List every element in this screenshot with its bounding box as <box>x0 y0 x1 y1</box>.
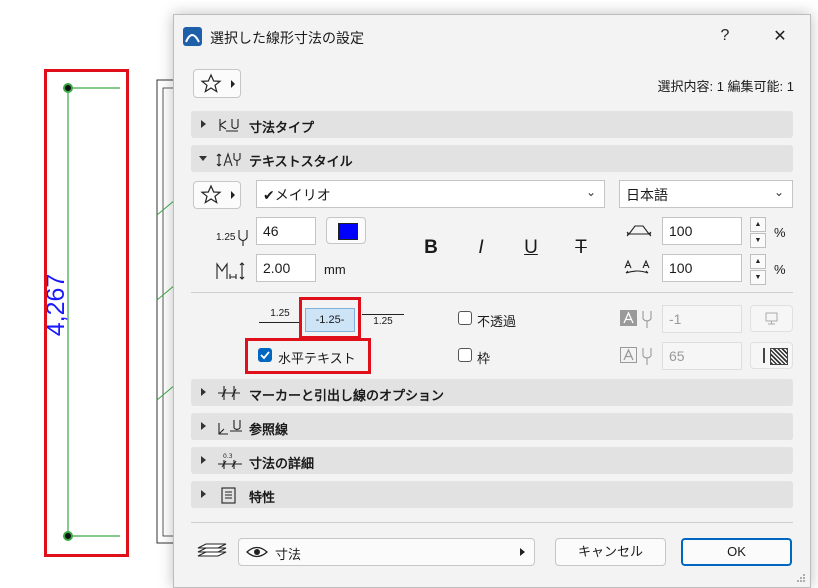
language-select-value: 日本語 <box>626 187 668 203</box>
layer-select[interactable]: 寸法 <box>238 538 535 566</box>
section-marker-options[interactable]: マーカーと引出し線のオプション <box>191 379 793 406</box>
layer-select-value: 寸法 <box>275 547 302 562</box>
width-percent: % <box>774 225 786 240</box>
cancel-button[interactable]: キャンセル <box>555 538 666 566</box>
section-label: テキストスタイル <box>249 154 353 169</box>
section-label: 寸法の詳細 <box>249 456 315 471</box>
language-select[interactable]: 日本語 ⌄ <box>619 180 793 208</box>
stepper-up[interactable]: ▲ <box>750 217 766 232</box>
section-reference-line[interactable]: 参照線 <box>191 413 793 440</box>
text-spacing-icon <box>214 261 252 281</box>
inline-option-highlight <box>299 297 361 339</box>
background-pen-icon <box>619 309 657 329</box>
expand-arrow-icon <box>201 490 206 498</box>
text-color-button[interactable] <box>326 217 366 244</box>
dimension-settings-dialog: 選択した線形寸法の設定 ? ✕ 選択内容: 1 編集可能: 1 寸法タイプ テキ… <box>173 14 811 588</box>
properties-icon <box>221 487 236 504</box>
background-pen-input: -1 <box>662 305 742 333</box>
frame-label: 枠 <box>477 351 491 366</box>
text-width-icon <box>625 221 653 241</box>
text-above-line-option[interactable]: 1.25 <box>259 308 301 328</box>
svg-text:0.3: 0.3 <box>223 453 233 460</box>
slant-percent: % <box>774 262 786 277</box>
archicad-app-icon <box>183 27 202 46</box>
star-icon <box>200 184 235 204</box>
background-pen-button <box>750 305 793 332</box>
stepper-down[interactable]: ▼ <box>750 233 766 248</box>
eye-icon <box>246 546 268 558</box>
section-label: 特性 <box>249 490 276 505</box>
text-width-input[interactable]: 100 <box>662 217 742 245</box>
dimension-detail-icon: 0.3 <box>218 453 242 469</box>
reference-line-icon <box>218 420 242 435</box>
spacing-unit: mm <box>324 262 346 277</box>
dimension-type-icon <box>219 119 239 132</box>
text-below-line-option[interactable]: 1.25 <box>362 312 404 332</box>
title-bar: 選択した線形寸法の設定 ? ✕ <box>174 15 810 57</box>
frame-pen-input: 65 <box>662 342 742 370</box>
expand-arrow-icon <box>201 388 206 396</box>
text-spacing-input[interactable]: 2.00 <box>256 254 316 282</box>
frame-checkbox[interactable] <box>458 348 472 362</box>
expand-arrow-icon <box>201 456 206 464</box>
chevron-right-icon <box>520 548 525 556</box>
chevron-down-icon: ⌄ <box>773 185 784 199</box>
chevron-down-icon: ⌄ <box>585 185 596 199</box>
frame-pen-icon <box>619 346 657 366</box>
section-properties[interactable]: 特性 <box>191 481 793 508</box>
stepper-up[interactable]: ▲ <box>750 254 766 269</box>
monitor-icon <box>765 312 778 325</box>
section-dimension-detail[interactable]: 0.3 寸法の詳細 <box>191 447 793 474</box>
opaque-checkbox[interactable] <box>458 311 472 325</box>
text-color-swatch <box>338 223 358 240</box>
marker-icon <box>218 386 240 400</box>
opaque-label: 不透過 <box>477 314 517 329</box>
fill-pattern-icon <box>770 348 788 365</box>
bold-button[interactable]: B <box>420 237 442 259</box>
divider <box>191 522 793 523</box>
text-slant-stepper[interactable]: ▲ ▼ <box>750 254 766 287</box>
ok-button[interactable]: OK <box>681 538 792 566</box>
text-slant-input[interactable]: 100 <box>662 254 742 282</box>
frame-fill-button <box>750 342 793 369</box>
selection-info: 選択内容: 1 編集可能: 1 <box>657 79 794 94</box>
expand-arrow-icon <box>201 422 206 430</box>
font-select[interactable]: ✔メイリオ ⌄ <box>256 180 605 208</box>
text-width-stepper[interactable]: ▲ ▼ <box>750 217 766 250</box>
star-icon <box>200 73 235 93</box>
resize-grip-icon[interactable] <box>794 571 806 583</box>
favorites-button[interactable] <box>193 69 241 98</box>
divider <box>191 292 793 293</box>
section-label: 寸法タイプ <box>249 120 315 135</box>
stepper-down[interactable]: ▼ <box>750 270 766 285</box>
text-style-icon <box>216 152 241 167</box>
dialog-title: 選択した線形寸法の設定 <box>210 30 364 46</box>
section-label: マーカーと引出し線のオプション <box>249 388 445 403</box>
help-button[interactable]: ? <box>705 21 745 51</box>
font-select-value: ✔メイリオ <box>263 187 331 203</box>
drawing-canvas[interactable]: 4,267 <box>0 0 175 586</box>
horizontal-text-highlight <box>245 338 371 374</box>
close-button[interactable]: ✕ <box>760 21 800 51</box>
layer-stack-icon <box>196 542 228 562</box>
underline-button[interactable]: U <box>520 237 542 259</box>
italic-button[interactable]: I <box>470 237 492 259</box>
collapse-arrow-icon <box>199 156 207 161</box>
expand-arrow-icon <box>201 120 206 128</box>
section-text-style[interactable]: テキストスタイル <box>191 145 793 172</box>
text-size-input[interactable]: 46 <box>256 217 316 245</box>
text-favorites-button[interactable] <box>193 181 241 209</box>
text-slant-icon <box>623 258 653 278</box>
text-size-icon: 1.25 <box>214 228 254 248</box>
dimension-highlight <box>44 69 129 557</box>
section-label: 参照線 <box>249 422 289 437</box>
section-dimension-type[interactable]: 寸法タイプ <box>191 111 793 138</box>
strikethrough-button[interactable]: T <box>570 237 592 259</box>
